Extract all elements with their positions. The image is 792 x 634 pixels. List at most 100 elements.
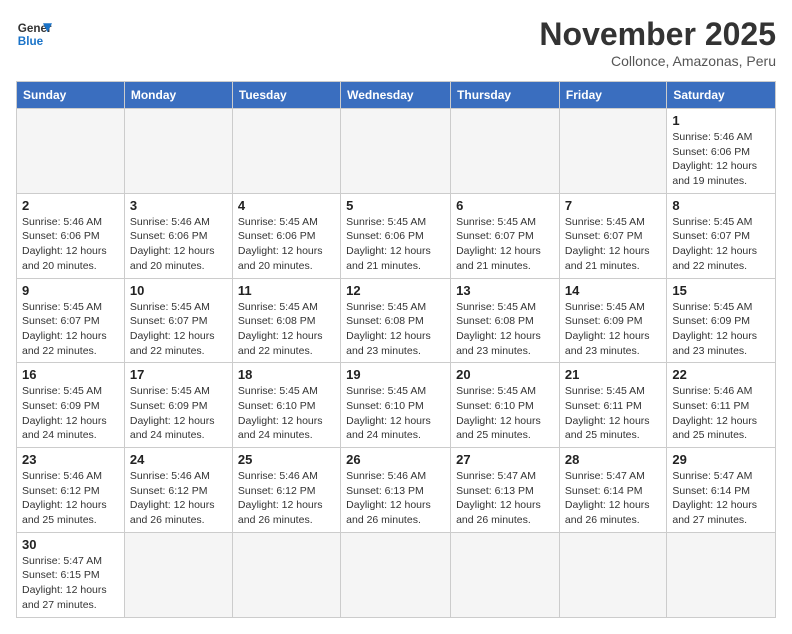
day-number: 13: [456, 283, 554, 298]
calendar-cell: 3 Sunrise: 5:46 AM Sunset: 6:06 PM Daylig…: [124, 193, 232, 278]
calendar-cell: [559, 109, 666, 194]
calendar-cell: [341, 109, 451, 194]
day-number: 28: [565, 452, 661, 467]
calendar-cell: 1 Sunrise: 5:46 AM Sunset: 6:06 PM Daylig…: [667, 109, 776, 194]
calendar-table: SundayMondayTuesdayWednesdayThursdayFrid…: [16, 81, 776, 618]
day-number: 16: [22, 367, 119, 382]
calendar-cell: 18 Sunrise: 5:45 AM Sunset: 6:10 PM Dayli…: [232, 363, 340, 448]
calendar-cell: 4 Sunrise: 5:45 AM Sunset: 6:06 PM Daylig…: [232, 193, 340, 278]
day-header-sunday: Sunday: [17, 82, 125, 109]
day-number: 3: [130, 198, 227, 213]
calendar-cell: 14 Sunrise: 5:45 AM Sunset: 6:09 PM Dayli…: [559, 278, 666, 363]
day-number: 30: [22, 537, 119, 552]
calendar-cell: [451, 532, 560, 617]
calendar-cell: 12 Sunrise: 5:45 AM Sunset: 6:08 PM Dayli…: [341, 278, 451, 363]
day-number: 9: [22, 283, 119, 298]
calendar-week-row: 30Sunrise: 5:47 AM Sunset: 6:15 PM Dayli…: [17, 532, 776, 617]
calendar-cell: [17, 109, 125, 194]
calendar-cell: 10Sunrise: 5:45 AM Sunset: 6:07 PM Dayli…: [124, 278, 232, 363]
calendar-cell: [667, 532, 776, 617]
calendar-cell: 28 Sunrise: 5:47 AM Sunset: 6:14 PM Dayli…: [559, 448, 666, 533]
day-number: 18: [238, 367, 335, 382]
calendar-cell: 17 Sunrise: 5:45 AM Sunset: 6:09 PM Dayli…: [124, 363, 232, 448]
day-info: Sunrise: 5:45 AM Sunset: 6:07 PM Dayligh…: [456, 215, 554, 274]
day-info: Sunrise: 5:46 AM Sunset: 6:11 PM Dayligh…: [672, 384, 770, 443]
day-number: 21: [565, 367, 661, 382]
day-info: Sunrise: 5:45 AM Sunset: 6:09 PM Dayligh…: [672, 300, 770, 359]
day-number: 17: [130, 367, 227, 382]
day-number: 6: [456, 198, 554, 213]
day-header-monday: Monday: [124, 82, 232, 109]
calendar-cell: 24Sunrise: 5:46 AM Sunset: 6:12 PM Dayli…: [124, 448, 232, 533]
day-info: Sunrise: 5:45 AM Sunset: 6:07 PM Dayligh…: [672, 215, 770, 274]
day-info: Sunrise: 5:45 AM Sunset: 6:08 PM Dayligh…: [346, 300, 445, 359]
header: General Blue November 2025 Collonce, Ama…: [16, 16, 776, 69]
day-number: 15: [672, 283, 770, 298]
day-number: 25: [238, 452, 335, 467]
day-info: Sunrise: 5:46 AM Sunset: 6:06 PM Dayligh…: [130, 215, 227, 274]
day-number: 4: [238, 198, 335, 213]
day-number: 14: [565, 283, 661, 298]
calendar-cell: 8Sunrise: 5:45 AM Sunset: 6:07 PM Daylig…: [667, 193, 776, 278]
calendar-cell: [232, 532, 340, 617]
day-info: Sunrise: 5:45 AM Sunset: 6:11 PM Dayligh…: [565, 384, 661, 443]
calendar-week-row: 16 Sunrise: 5:45 AM Sunset: 6:09 PM Dayli…: [17, 363, 776, 448]
calendar-cell: 25 Sunrise: 5:46 AM Sunset: 6:12 PM Dayli…: [232, 448, 340, 533]
logo: General Blue: [16, 16, 52, 52]
calendar-cell: 5 Sunrise: 5:45 AM Sunset: 6:06 PM Daylig…: [341, 193, 451, 278]
days-header-row: SundayMondayTuesdayWednesdayThursdayFrid…: [17, 82, 776, 109]
day-info: Sunrise: 5:45 AM Sunset: 6:09 PM Dayligh…: [130, 384, 227, 443]
day-info: Sunrise: 5:47 AM Sunset: 6:13 PM Dayligh…: [456, 469, 554, 528]
calendar-title: November 2025: [539, 16, 776, 53]
calendar-cell: [124, 532, 232, 617]
day-number: 7: [565, 198, 661, 213]
day-number: 27: [456, 452, 554, 467]
day-info: Sunrise: 5:45 AM Sunset: 6:06 PM Dayligh…: [238, 215, 335, 274]
calendar-cell: 21 Sunrise: 5:45 AM Sunset: 6:11 PM Dayli…: [559, 363, 666, 448]
day-header-saturday: Saturday: [667, 82, 776, 109]
calendar-week-row: 23 Sunrise: 5:46 AM Sunset: 6:12 PM Dayli…: [17, 448, 776, 533]
calendar-week-row: 1 Sunrise: 5:46 AM Sunset: 6:06 PM Daylig…: [17, 109, 776, 194]
day-info: Sunrise: 5:46 AM Sunset: 6:13 PM Dayligh…: [346, 469, 445, 528]
day-info: Sunrise: 5:45 AM Sunset: 6:10 PM Dayligh…: [346, 384, 445, 443]
day-info: Sunrise: 5:47 AM Sunset: 6:14 PM Dayligh…: [565, 469, 661, 528]
day-number: 5: [346, 198, 445, 213]
calendar-cell: 16Sunrise: 5:45 AM Sunset: 6:09 PM Dayli…: [17, 363, 125, 448]
day-info: Sunrise: 5:46 AM Sunset: 6:12 PM Dayligh…: [130, 469, 227, 528]
day-info: Sunrise: 5:45 AM Sunset: 6:08 PM Dayligh…: [238, 300, 335, 359]
day-number: 10: [130, 283, 227, 298]
day-number: 23: [22, 452, 119, 467]
calendar-cell: 7Sunrise: 5:45 AM Sunset: 6:07 PM Daylig…: [559, 193, 666, 278]
calendar-cell: [341, 532, 451, 617]
calendar-cell: 11 Sunrise: 5:45 AM Sunset: 6:08 PM Dayli…: [232, 278, 340, 363]
day-number: 11: [238, 283, 335, 298]
day-info: Sunrise: 5:46 AM Sunset: 6:06 PM Dayligh…: [672, 130, 770, 189]
calendar-cell: 19Sunrise: 5:45 AM Sunset: 6:10 PM Dayli…: [341, 363, 451, 448]
day-header-friday: Friday: [559, 82, 666, 109]
day-info: Sunrise: 5:45 AM Sunset: 6:10 PM Dayligh…: [238, 384, 335, 443]
day-info: Sunrise: 5:45 AM Sunset: 6:09 PM Dayligh…: [565, 300, 661, 359]
day-header-wednesday: Wednesday: [341, 82, 451, 109]
day-number: 1: [672, 113, 770, 128]
calendar-cell: [451, 109, 560, 194]
title-area: November 2025 Collonce, Amazonas, Peru: [539, 16, 776, 69]
calendar-cell: 13Sunrise: 5:45 AM Sunset: 6:08 PM Dayli…: [451, 278, 560, 363]
day-info: Sunrise: 5:46 AM Sunset: 6:06 PM Dayligh…: [22, 215, 119, 274]
calendar-cell: 23Sunrise: 5:46 AM Sunset: 6:12 PM Dayli…: [17, 448, 125, 533]
calendar-cell: 20Sunrise: 5:45 AM Sunset: 6:10 PM Dayli…: [451, 363, 560, 448]
day-number: 29: [672, 452, 770, 467]
day-info: Sunrise: 5:45 AM Sunset: 6:10 PM Dayligh…: [456, 384, 554, 443]
calendar-cell: 29 Sunrise: 5:47 AM Sunset: 6:14 PM Dayli…: [667, 448, 776, 533]
generalblue-logo-icon: General Blue: [16, 16, 52, 52]
day-number: 26: [346, 452, 445, 467]
day-info: Sunrise: 5:45 AM Sunset: 6:06 PM Dayligh…: [346, 215, 445, 274]
day-number: 12: [346, 283, 445, 298]
calendar-cell: [124, 109, 232, 194]
day-info: Sunrise: 5:47 AM Sunset: 6:14 PM Dayligh…: [672, 469, 770, 528]
day-info: Sunrise: 5:46 AM Sunset: 6:12 PM Dayligh…: [238, 469, 335, 528]
calendar-cell: 27 Sunrise: 5:47 AM Sunset: 6:13 PM Dayli…: [451, 448, 560, 533]
calendar-week-row: 2Sunrise: 5:46 AM Sunset: 6:06 PM Daylig…: [17, 193, 776, 278]
calendar-cell: 2Sunrise: 5:46 AM Sunset: 6:06 PM Daylig…: [17, 193, 125, 278]
calendar-week-row: 9Sunrise: 5:45 AM Sunset: 6:07 PM Daylig…: [17, 278, 776, 363]
day-header-thursday: Thursday: [451, 82, 560, 109]
